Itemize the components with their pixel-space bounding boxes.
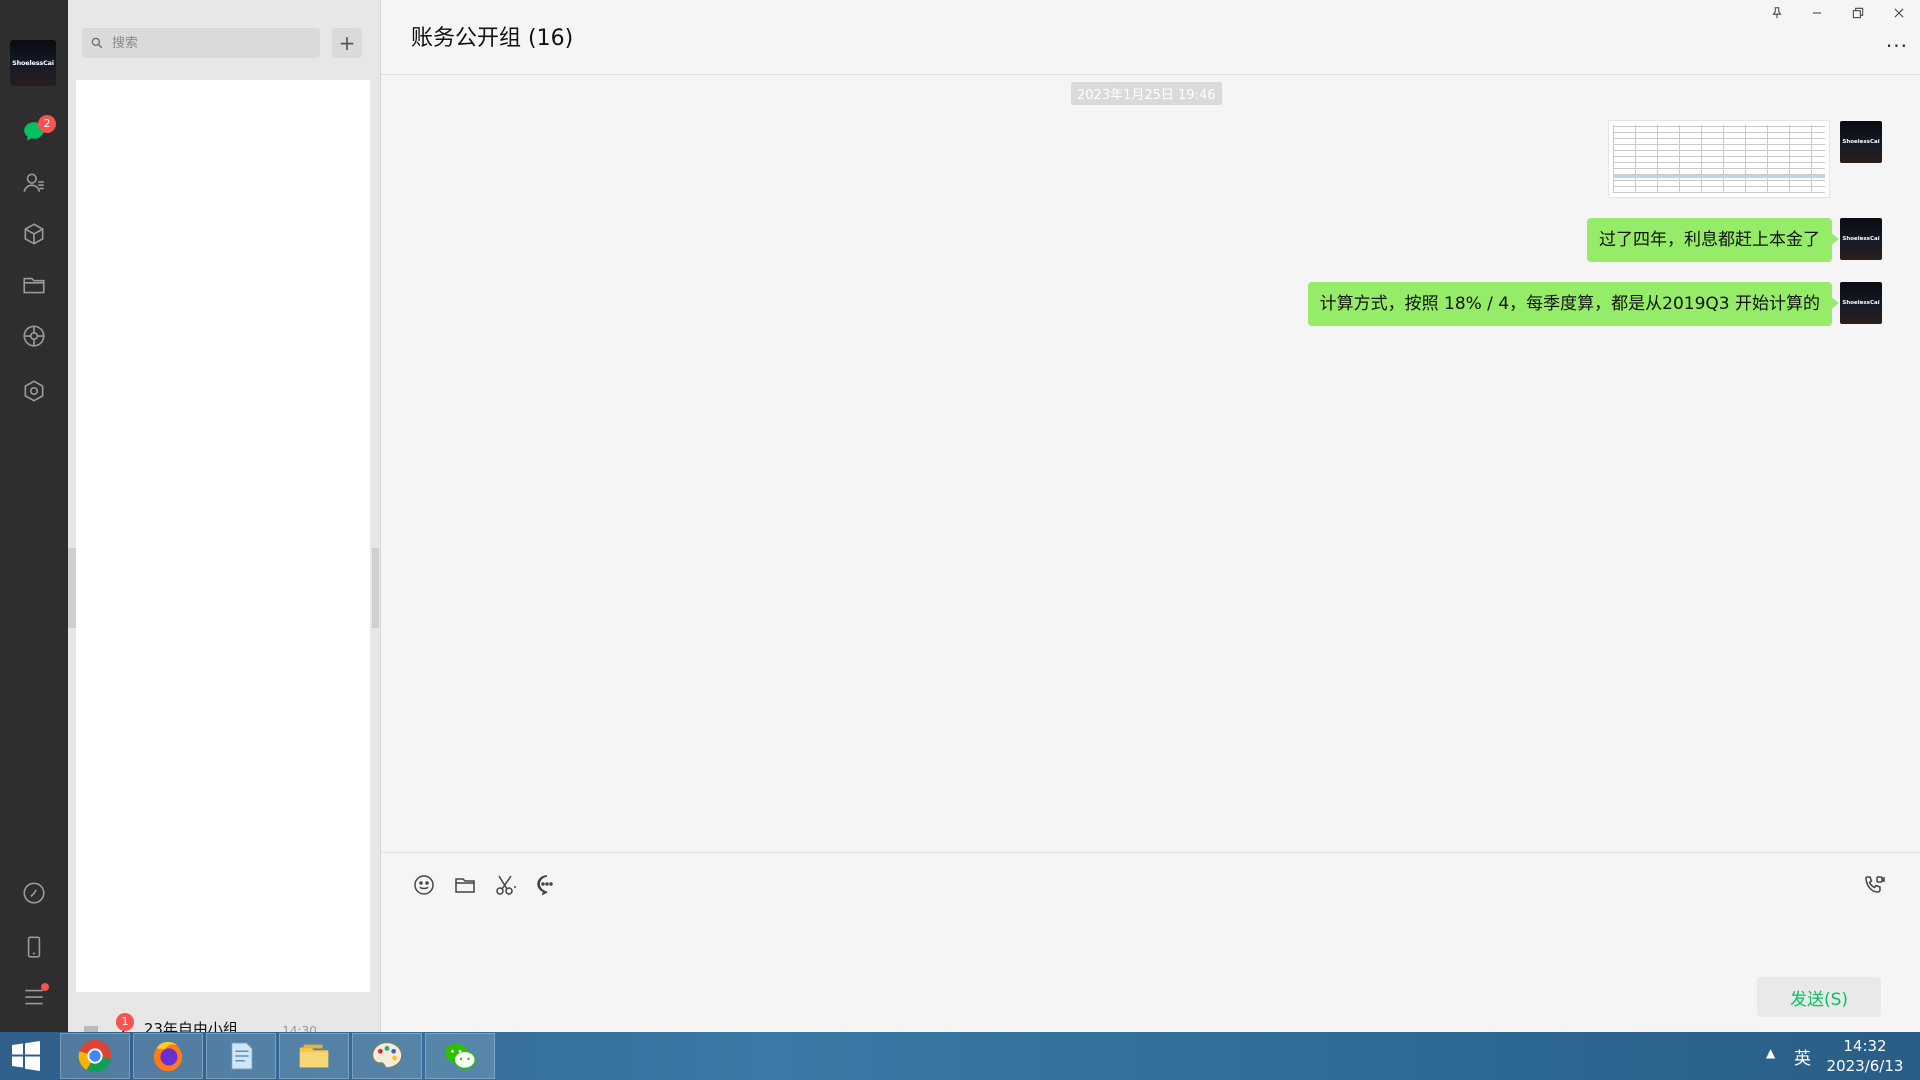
favorites-icon[interactable] bbox=[19, 219, 49, 249]
avatar-text: ShoelessCai bbox=[1842, 236, 1880, 242]
message-timestamp: 2023年1月25日 19:46 bbox=[1071, 82, 1222, 105]
message-avatar[interactable]: ShoelessCai bbox=[1840, 121, 1882, 163]
search-box[interactable] bbox=[82, 28, 320, 58]
thumbnail-highlight-row bbox=[1613, 175, 1825, 178]
moments-icon[interactable] bbox=[19, 321, 49, 351]
firefox-taskbar-button[interactable] bbox=[133, 1033, 203, 1079]
wechat-taskbar-button[interactable] bbox=[425, 1033, 495, 1079]
chat-window: 账务公开组 (16) ··· 2023年1月25日 19:46 Shoeless… bbox=[381, 0, 1920, 1032]
menu-notification-dot bbox=[41, 983, 49, 991]
folder-icon bbox=[299, 1044, 329, 1068]
session-time: 14:30 bbox=[282, 1024, 317, 1032]
message-avatar[interactable]: ShoelessCai bbox=[1840, 282, 1882, 324]
clock-date: 2023/6/13 bbox=[1826, 1057, 1904, 1075]
emoji-icon[interactable] bbox=[410, 871, 438, 899]
wechat-icon bbox=[444, 1043, 476, 1070]
contacts-icon[interactable] bbox=[19, 168, 49, 198]
chrome-taskbar-button[interactable] bbox=[60, 1033, 130, 1079]
chat-title: 账务公开组 (16) bbox=[411, 26, 574, 51]
search-input[interactable] bbox=[110, 34, 314, 52]
system-clock[interactable]: 14:32 2023/6/13 bbox=[1820, 1036, 1910, 1076]
clock-time: 14:32 bbox=[1843, 1037, 1887, 1055]
paint-palette-icon bbox=[372, 1042, 403, 1069]
pin-icon[interactable] bbox=[1764, 2, 1790, 24]
search-icon bbox=[91, 37, 103, 49]
notepad-icon bbox=[230, 1041, 254, 1071]
channels-icon[interactable] bbox=[19, 878, 49, 908]
add-chat-button[interactable]: + bbox=[332, 28, 362, 58]
scissors-icon[interactable] bbox=[492, 871, 520, 899]
session-scrollbar-left[interactable] bbox=[68, 548, 76, 628]
session-panel[interactable] bbox=[76, 80, 370, 992]
image-message[interactable] bbox=[1608, 120, 1830, 198]
input-method-indicator[interactable]: 英 bbox=[1794, 1044, 1811, 1069]
session-title: 2...23年自由小组... bbox=[120, 1020, 253, 1032]
minimize-icon[interactable] bbox=[1804, 2, 1830, 24]
file-explorer-taskbar-button[interactable] bbox=[279, 1033, 349, 1079]
session-unread-badge: 1 bbox=[116, 1013, 134, 1031]
user-avatar[interactable]: ShoelessCai bbox=[10, 40, 56, 86]
avatar-text: ShoelessCai bbox=[12, 59, 54, 67]
more-options-button[interactable]: ··· bbox=[1886, 34, 1908, 58]
chat-history-icon[interactable] bbox=[533, 871, 561, 899]
firefox-icon bbox=[153, 1041, 183, 1072]
chat-unread-badge: 2 bbox=[38, 115, 56, 133]
session-list: + 2...23年自由小组... 14:30 1 bbox=[68, 0, 381, 1032]
send-button[interactable]: 发送(S) bbox=[1757, 977, 1881, 1017]
notepad-taskbar-button[interactable] bbox=[206, 1033, 276, 1079]
phone-icon[interactable] bbox=[19, 932, 49, 962]
close-icon[interactable] bbox=[1886, 2, 1912, 24]
avatar-text: ShoelessCai bbox=[1842, 300, 1880, 306]
spreadsheet-thumbnail bbox=[1613, 125, 1825, 193]
session-scrollbar[interactable] bbox=[372, 548, 379, 628]
restore-icon[interactable] bbox=[1845, 2, 1871, 24]
mini-programs-icon[interactable] bbox=[19, 376, 49, 406]
folder-icon[interactable] bbox=[451, 871, 479, 899]
message-avatar[interactable]: ShoelessCai bbox=[1840, 218, 1882, 260]
message-bubble[interactable]: 计算方式，按照 18% / 4，每季度算，都是从2019Q3 开始计算的 bbox=[1307, 282, 1840, 326]
message-bubble[interactable]: 过了四年，利息都赶上本金了 bbox=[1587, 218, 1839, 262]
chrome-icon bbox=[78, 1039, 112, 1073]
message-composer[interactable]: 发送(S) bbox=[381, 852, 1920, 1033]
paint-taskbar-button[interactable] bbox=[352, 1033, 422, 1079]
show-hidden-icons-button[interactable]: ▲ bbox=[1766, 1046, 1775, 1060]
nav-rail: ShoelessCai 2 bbox=[0, 0, 68, 1032]
chat-header: 账务公开组 (16) ··· bbox=[381, 0, 1920, 75]
avatar-text: ShoelessCai bbox=[1842, 139, 1880, 145]
voice-video-call-icon[interactable] bbox=[1860, 871, 1888, 899]
windows-start-icon[interactable] bbox=[10, 1040, 42, 1072]
taskbar: ▲ 英 14:32 2023/6/13 bbox=[0, 1032, 1920, 1080]
files-icon[interactable] bbox=[19, 270, 49, 300]
